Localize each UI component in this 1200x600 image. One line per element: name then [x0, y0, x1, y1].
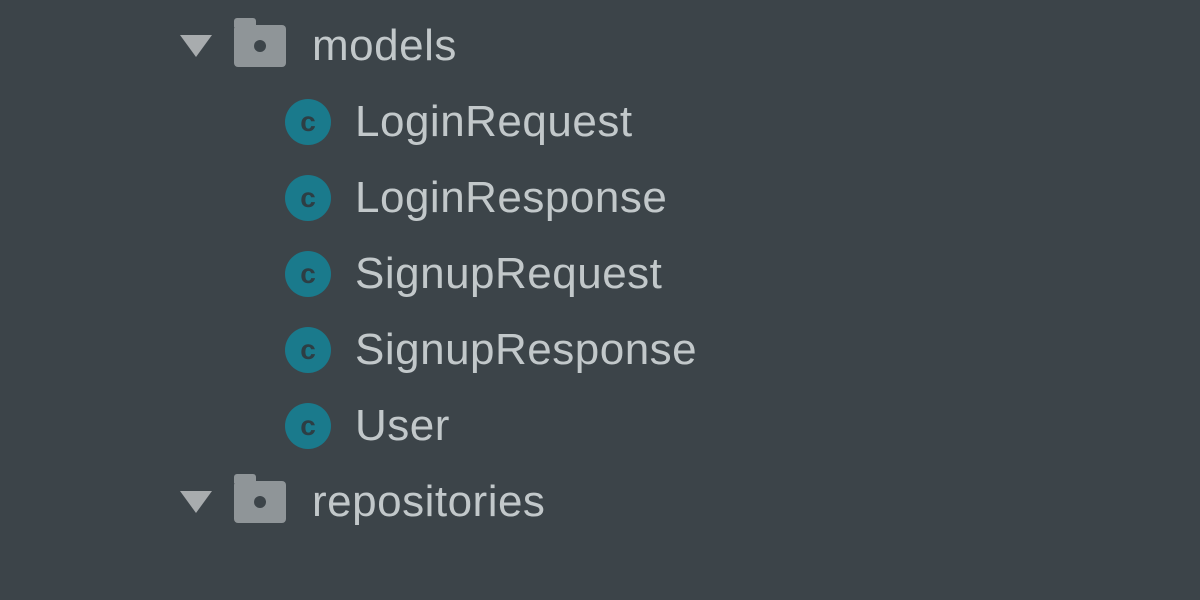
- expand-arrow-icon: [180, 491, 212, 513]
- folder-label: models: [312, 21, 457, 71]
- tree-item-user[interactable]: c User: [0, 388, 1200, 464]
- class-icon-letter: c: [300, 106, 316, 138]
- folder-icon: [234, 481, 286, 523]
- class-icon-letter: c: [300, 334, 316, 366]
- tree-item-signup-response[interactable]: c SignupResponse: [0, 312, 1200, 388]
- folder-label: repositories: [312, 477, 545, 527]
- class-icon-letter: c: [300, 182, 316, 214]
- tree-item-signup-request[interactable]: c SignupRequest: [0, 236, 1200, 312]
- class-icon: c: [285, 99, 331, 145]
- class-icon: c: [285, 251, 331, 297]
- tree-folder-models[interactable]: models: [0, 8, 1200, 84]
- class-icon: c: [285, 175, 331, 221]
- tree-folder-repositories[interactable]: repositories: [0, 464, 1200, 540]
- file-label: User: [355, 401, 450, 451]
- expand-arrow-icon: [180, 35, 212, 57]
- class-icon: c: [285, 327, 331, 373]
- tree-item-login-response[interactable]: c LoginResponse: [0, 160, 1200, 236]
- project-tree: models c LoginRequest c LoginResponse c …: [0, 0, 1200, 540]
- tree-item-login-request[interactable]: c LoginRequest: [0, 84, 1200, 160]
- class-icon-letter: c: [300, 258, 316, 290]
- folder-icon: [234, 25, 286, 67]
- file-label: SignupResponse: [355, 325, 697, 375]
- file-label: SignupRequest: [355, 249, 662, 299]
- class-icon: c: [285, 403, 331, 449]
- file-label: LoginResponse: [355, 173, 667, 223]
- file-label: LoginRequest: [355, 97, 633, 147]
- class-icon-letter: c: [300, 410, 316, 442]
